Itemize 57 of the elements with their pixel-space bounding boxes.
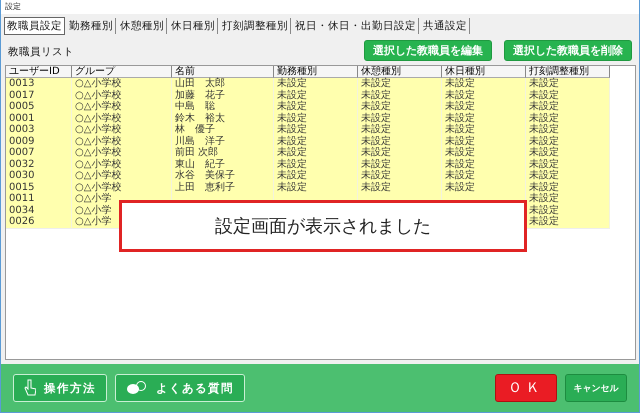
table-cell: 前田 次郎: [172, 147, 274, 160]
table-cell: 0013: [6, 78, 72, 90]
table-cell: ○△小学校: [72, 101, 172, 114]
tab[interactable]: 休憩種別: [118, 18, 167, 34]
table-cell: 未設定: [442, 101, 526, 114]
tab[interactable]: 勤務種別: [67, 18, 116, 34]
table-cell: 0003: [6, 124, 72, 136]
table-cell: 未設定: [526, 101, 610, 114]
table-cell: ○△小学校: [72, 170, 172, 182]
table-cell: 未設定: [442, 78, 526, 90]
tab[interactable]: 共通設定: [421, 18, 470, 34]
table-cell: ○△小学校: [72, 147, 172, 160]
list-title: 教職員リスト: [8, 45, 75, 60]
tab[interactable]: 祝日・休日・出勤日設定: [293, 18, 419, 34]
table-cell: ○△小学校: [72, 124, 172, 136]
column-header[interactable]: 休日種別: [442, 66, 526, 78]
table-cell: 未設定: [274, 147, 358, 160]
table-cell: 林 優子: [172, 124, 274, 136]
table-cell: 0026: [6, 216, 72, 228]
table-cell: ○△小学校: [72, 78, 172, 90]
ok-button[interactable]: ＯＫ: [495, 374, 557, 402]
table-cell: 未設定: [526, 170, 610, 182]
table-cell: 未設定: [274, 170, 358, 182]
table-cell: 未設定: [526, 78, 610, 90]
table-cell: 0007: [6, 147, 72, 160]
table-cell: 未設定: [358, 101, 442, 114]
column-header[interactable]: 勤務種別: [274, 66, 358, 78]
table-cell: 山田 太郎: [172, 78, 274, 90]
table-cell: 0030: [6, 170, 72, 182]
table-cell: 未設定: [358, 124, 442, 136]
table-cell: 未設定: [274, 124, 358, 136]
speech-bubbles-icon: [126, 381, 148, 395]
table-cell: 未設定: [358, 147, 442, 160]
table-cell: 未設定: [442, 124, 526, 136]
column-header[interactable]: 名前: [172, 66, 274, 78]
table-cell: 未設定: [526, 193, 610, 206]
tab[interactable]: 休日種別: [169, 18, 218, 34]
column-header[interactable]: 休憩種別: [358, 66, 442, 78]
message-popup: 設定画面が表示されました: [119, 200, 527, 252]
table-cell: 水谷 美保子: [172, 170, 274, 182]
table-cell: 中島 聡: [172, 101, 274, 114]
table-cell: 未設定: [442, 147, 526, 160]
table-cell: 未設定: [358, 78, 442, 90]
window-title: 設定: [1, 0, 639, 14]
tab[interactable]: 教職員設定: [4, 17, 65, 35]
hand-pointer-icon: [24, 379, 36, 397]
table-cell: 未設定: [442, 170, 526, 182]
tab[interactable]: 打刻調整種別: [220, 18, 291, 34]
table-cell: 未設定: [358, 170, 442, 182]
column-header[interactable]: ユーザーID: [6, 66, 72, 78]
table-cell: 未設定: [526, 216, 610, 228]
table-cell: 未設定: [526, 124, 610, 136]
table-cell: 0005: [6, 101, 72, 114]
table-cell: 0011: [6, 193, 72, 206]
table-cell: 未設定: [274, 101, 358, 114]
table-cell: 未設定: [526, 147, 610, 160]
table-cell: 未設定: [274, 78, 358, 90]
